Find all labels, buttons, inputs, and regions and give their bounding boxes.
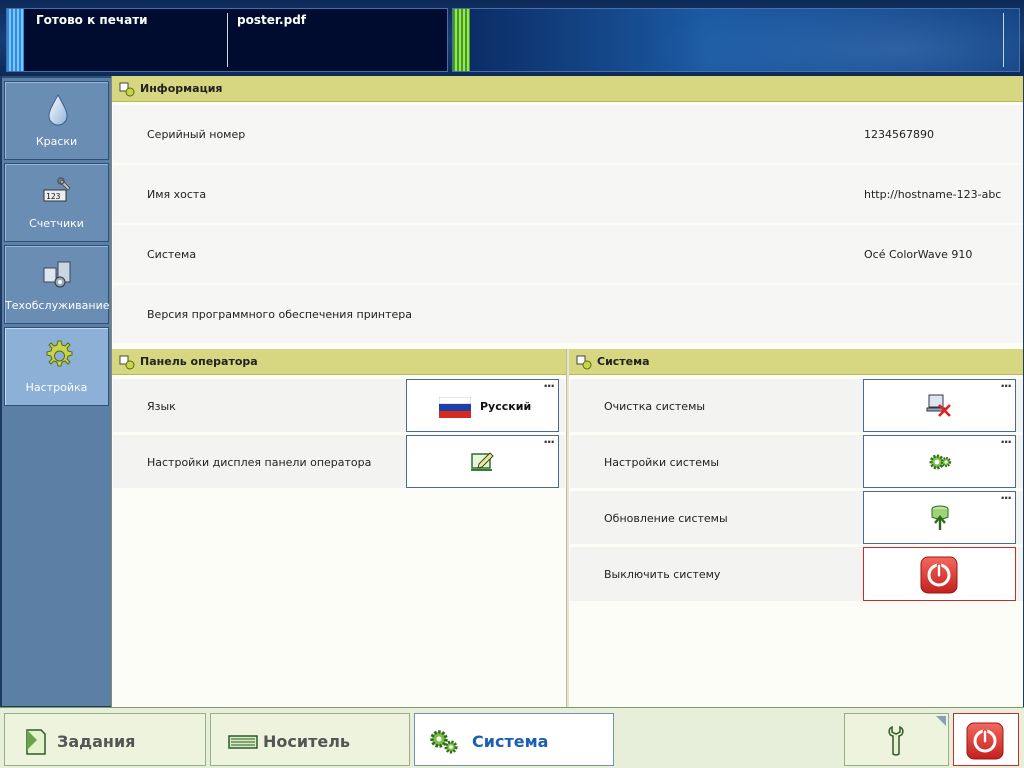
setting-label: Выключить систему xyxy=(604,568,721,581)
tab-jobs[interactable]: Задания xyxy=(4,713,206,766)
printer-state-text: Готово к печати xyxy=(36,13,148,27)
gears-icon xyxy=(119,82,135,97)
tab-system[interactable]: Система xyxy=(414,713,614,766)
settings-gear-icon xyxy=(46,340,73,367)
system-settings-icon xyxy=(929,454,952,470)
gears-icon xyxy=(576,355,592,370)
sidebar-item-label: Настройка xyxy=(25,381,88,394)
main-content: Информация Серийный номер 1234567890 Имя… xyxy=(111,76,1023,707)
tab-label: Задания xyxy=(57,732,136,751)
svg-text:123: 123 xyxy=(46,192,61,201)
more-indicator: ... xyxy=(1000,432,1012,446)
sidebar-item-settings[interactable]: Настройка xyxy=(4,327,109,406)
service-tools-button[interactable] xyxy=(844,713,949,766)
operator-panel-section-header: Панель оператора xyxy=(112,349,566,375)
status-indicator-stripe xyxy=(7,9,24,71)
sidebar-item-counters[interactable]: 123 Счетчики xyxy=(4,163,109,242)
job-progress-panel[interactable] xyxy=(452,8,1020,72)
gears-icon xyxy=(119,355,135,370)
media-icon xyxy=(228,735,258,749)
tab-label: Система xyxy=(472,732,549,751)
system-settings-button[interactable]: ... xyxy=(863,432,1016,488)
display-settings-button[interactable]: ... xyxy=(406,432,559,488)
system-clear-icon xyxy=(926,394,951,417)
current-file-name: poster.pdf xyxy=(237,13,307,27)
power-button[interactable] xyxy=(953,713,1019,766)
system-gears-icon xyxy=(430,730,458,754)
counters-icon: 123 xyxy=(43,177,71,202)
sidebar-item-label: Техобслуживание xyxy=(5,299,110,312)
info-label: Серийный номер xyxy=(147,128,246,141)
section-title: Система xyxy=(597,355,650,368)
system-clear-button[interactable]: ... xyxy=(863,376,1016,432)
top-status-bar: Готово к печати poster.pdf xyxy=(0,0,1024,76)
more-indicator: ... xyxy=(543,432,555,446)
power-icon xyxy=(966,722,1004,760)
setting-label: Обновление системы xyxy=(604,512,728,525)
sidebar: Краски 123 Счетчики Техобслуживание Наст… xyxy=(2,76,111,706)
display-edit-icon xyxy=(471,452,494,471)
info-row-serial: Серийный номер 1234567890 xyxy=(113,105,1023,163)
more-indicator: ... xyxy=(543,376,555,390)
section-divider xyxy=(566,349,569,707)
info-row-system: Система Océ ColorWave 910 xyxy=(113,225,1023,283)
ink-drop-icon xyxy=(48,93,68,126)
setting-label: Очистка системы xyxy=(604,400,706,413)
system-section-header: Система xyxy=(569,349,1023,375)
status-divider xyxy=(227,13,228,67)
setting-label: Язык xyxy=(147,400,176,413)
more-indicator: ... xyxy=(1000,488,1012,502)
section-title: Информация xyxy=(140,82,223,95)
shutdown-button[interactable] xyxy=(863,547,1016,601)
info-label: Версия программного обеспечения принтера xyxy=(147,308,412,321)
info-value: http://hostname-123-abc xyxy=(864,188,1002,201)
info-label: Имя хоста xyxy=(147,188,207,201)
info-row-hostname: Имя хоста http://hostname-123-abc xyxy=(113,165,1023,223)
maintenance-icon xyxy=(43,261,71,288)
info-section-header: Информация xyxy=(112,76,1023,102)
printer-status-panel[interactable]: Готово к печати poster.pdf xyxy=(6,8,448,72)
info-value: Océ ColorWave 910 xyxy=(864,248,973,261)
corner-more-icon xyxy=(936,716,946,726)
sidebar-item-label: Краски xyxy=(35,135,78,148)
setting-label: Настройки системы xyxy=(604,456,720,469)
setting-label: Настройки дисплея панели оператора xyxy=(147,456,372,469)
progress-divider xyxy=(1003,13,1004,67)
sidebar-item-label: Счетчики xyxy=(29,217,84,230)
russian-flag-icon xyxy=(439,397,471,418)
system-update-icon xyxy=(931,505,949,530)
progress-indicator-stripe xyxy=(453,9,470,71)
system-update-button[interactable]: ... xyxy=(863,488,1016,544)
power-off-icon xyxy=(920,556,958,594)
language-value: Русский xyxy=(480,400,532,413)
jobs-icon xyxy=(26,729,46,755)
sidebar-item-inks[interactable]: Краски xyxy=(4,81,109,160)
language-button[interactable]: ... Русский xyxy=(406,376,559,432)
tab-label: Носитель xyxy=(263,732,351,751)
info-label: Система xyxy=(147,248,197,261)
tab-media[interactable]: Носитель xyxy=(210,713,410,766)
section-title: Панель оператора xyxy=(140,355,258,368)
more-indicator: ... xyxy=(1000,376,1012,390)
info-value: 1234567890 xyxy=(864,128,934,141)
bottom-tab-bar: Задания Носитель Система xyxy=(0,707,1024,768)
wrench-icon xyxy=(888,725,904,756)
sidebar-item-maintenance[interactable]: Техобслуживание xyxy=(4,245,110,324)
info-row-software-version: Версия программного обеспечения принтера xyxy=(113,285,1023,343)
